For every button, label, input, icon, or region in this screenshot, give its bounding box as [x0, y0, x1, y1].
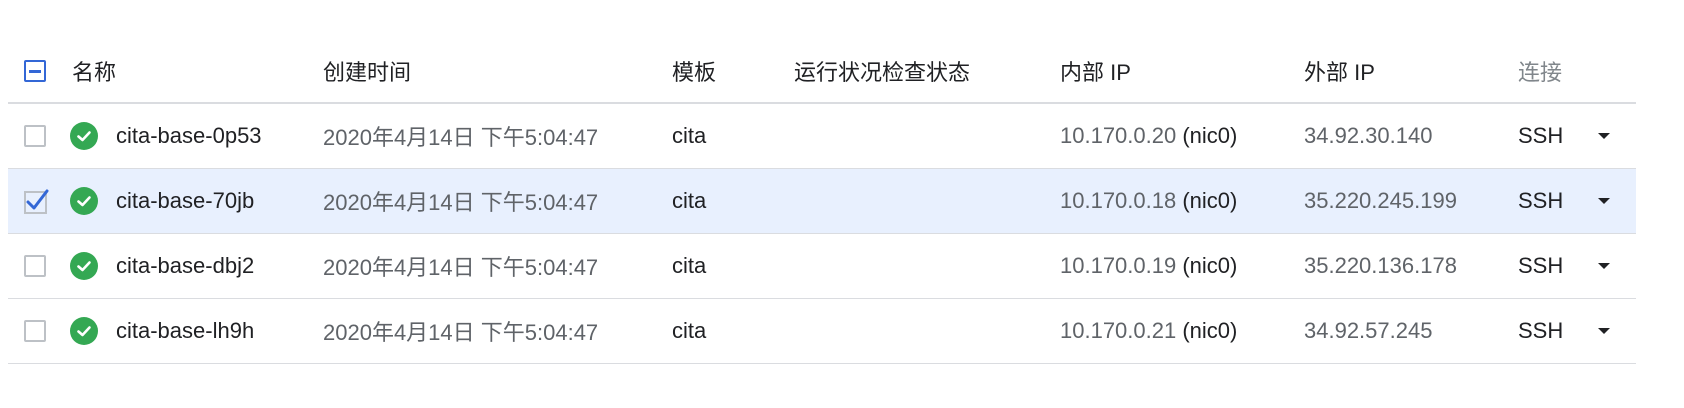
created-time: 2020年4月14日 下午5:04:47: [323, 190, 599, 215]
row-checkbox-cell[interactable]: [24, 299, 46, 363]
ssh-button[interactable]: SSH: [1518, 234, 1563, 298]
checkmark-icon: [24, 189, 49, 214]
column-header-internal-ip[interactable]: 内部 IP: [1060, 40, 1131, 102]
external-ip: 35.220.245.199: [1304, 188, 1457, 213]
table-header-row: 名称 创建时间 模板 运行状况检查状态 内部 IP 外部 IP 连接: [8, 40, 1636, 104]
ssh-options-dropdown[interactable]: [1598, 104, 1610, 168]
caret-down-icon: [1598, 133, 1610, 139]
row-checkbox[interactable]: [24, 125, 46, 147]
instance-name-link[interactable]: cita-base-dbj2: [116, 234, 254, 298]
row-checkbox-cell[interactable]: [24, 104, 46, 168]
column-header-health[interactable]: 运行状况检查状态: [794, 40, 970, 102]
table-row[interactable]: cita-base-dbj2 2020年4月14日 下午5:04:47 cita…: [8, 234, 1636, 299]
row-checkbox[interactable]: [24, 255, 46, 277]
select-all-checkbox[interactable]: [24, 60, 46, 82]
internal-ip: 10.170.0.21 (nic0): [1060, 299, 1237, 363]
check-circle-icon: [70, 317, 98, 345]
ssh-button[interactable]: SSH: [1518, 169, 1563, 233]
status-cell: [70, 104, 98, 168]
check-circle-icon: [70, 187, 98, 215]
row-checkbox[interactable]: [24, 320, 46, 342]
external-ip: 34.92.57.245: [1304, 318, 1433, 343]
status-cell: [70, 169, 98, 233]
internal-ip-address: 10.170.0.18: [1060, 188, 1177, 213]
template-link[interactable]: cita: [672, 104, 706, 168]
table-row[interactable]: cita-base-lh9h 2020年4月14日 下午5:04:47 cita…: [8, 299, 1636, 364]
column-header-created[interactable]: 创建时间: [323, 40, 411, 102]
nic-link[interactable]: (nic0): [1182, 318, 1237, 344]
column-header-name[interactable]: 名称: [72, 40, 116, 102]
select-all-checkbox-cell[interactable]: [24, 40, 46, 102]
created-time: 2020年4月14日 下午5:04:47: [323, 320, 599, 345]
table-row[interactable]: cita-base-70jb 2020年4月14日 下午5:04:47 cita…: [8, 169, 1636, 234]
caret-down-icon: [1598, 198, 1610, 204]
nic-link[interactable]: (nic0): [1182, 253, 1237, 279]
caret-down-icon: [1598, 328, 1610, 334]
created-time: 2020年4月14日 下午5:04:47: [323, 255, 599, 280]
internal-ip: 10.170.0.18 (nic0): [1060, 169, 1237, 233]
instance-name-link[interactable]: cita-base-lh9h: [116, 299, 254, 363]
column-header-external-ip[interactable]: 外部 IP: [1304, 40, 1375, 102]
check-circle-icon: [70, 122, 98, 150]
instance-name-link[interactable]: cita-base-70jb: [116, 169, 254, 233]
column-header-template[interactable]: 模板: [672, 40, 716, 102]
internal-ip-address: 10.170.0.20: [1060, 123, 1177, 148]
table-row[interactable]: cita-base-0p53 2020年4月14日 下午5:04:47 cita…: [8, 104, 1636, 169]
template-link[interactable]: cita: [672, 299, 706, 363]
column-header-connect: 连接: [1518, 60, 1563, 85]
nic-link[interactable]: (nic0): [1182, 123, 1237, 149]
internal-ip: 10.170.0.20 (nic0): [1060, 104, 1237, 168]
external-ip: 34.92.30.140: [1304, 123, 1433, 148]
row-checkbox-cell[interactable]: [24, 169, 50, 233]
created-time: 2020年4月14日 下午5:04:47: [323, 125, 599, 150]
internal-ip-address: 10.170.0.21: [1060, 318, 1177, 343]
status-cell: [70, 299, 98, 363]
ssh-button[interactable]: SSH: [1518, 104, 1563, 168]
template-link[interactable]: cita: [672, 169, 706, 233]
instance-name-link[interactable]: cita-base-0p53: [116, 104, 262, 168]
row-checkbox-cell[interactable]: [24, 234, 46, 298]
row-checkbox[interactable]: [24, 188, 50, 214]
check-circle-icon: [70, 252, 98, 280]
ssh-options-dropdown[interactable]: [1598, 234, 1610, 298]
ssh-button[interactable]: SSH: [1518, 299, 1563, 363]
template-link[interactable]: cita: [672, 234, 706, 298]
ssh-options-dropdown[interactable]: [1598, 169, 1610, 233]
internal-ip-address: 10.170.0.19: [1060, 253, 1177, 278]
internal-ip: 10.170.0.19 (nic0): [1060, 234, 1237, 298]
status-cell: [70, 234, 98, 298]
ssh-options-dropdown[interactable]: [1598, 299, 1610, 363]
vm-instances-table: 名称 创建时间 模板 运行状况检查状态 内部 IP 外部 IP 连接 cita-…: [8, 40, 1636, 364]
caret-down-icon: [1598, 263, 1610, 269]
nic-link[interactable]: (nic0): [1182, 188, 1237, 214]
external-ip: 35.220.136.178: [1304, 253, 1457, 278]
